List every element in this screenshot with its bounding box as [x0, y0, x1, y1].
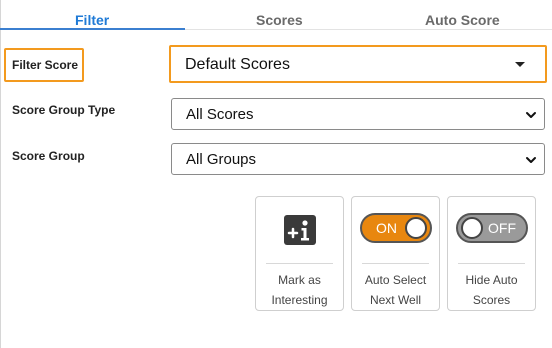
- caption-line: Hide Auto: [465, 273, 518, 287]
- caption-line: Interesting: [271, 293, 328, 307]
- hide-auto-scores-toggle[interactable]: OFF: [456, 213, 528, 243]
- auto-select-next-well-tile: ON Auto Select Next Well: [351, 196, 440, 311]
- caption-line: Next Well: [369, 293, 422, 307]
- filter-score-value: Default Scores: [185, 56, 290, 73]
- caret-down-icon: [515, 62, 525, 67]
- chevron-down-icon: [526, 112, 536, 118]
- active-tab-indicator: [0, 28, 185, 30]
- mark-interesting-button[interactable]: Mark as Interesting: [255, 196, 344, 311]
- score-group-type-value: All Scores: [186, 106, 254, 123]
- score-group-type-label: Score Group Type: [12, 103, 116, 117]
- auto-select-caption: Auto Select Next Well: [352, 270, 439, 310]
- plus-info-icon: [284, 215, 316, 245]
- hide-auto-scores-tile: OFF Hide Auto Scores: [447, 196, 536, 311]
- tile-divider: [362, 263, 429, 264]
- toggle-knob: [405, 217, 427, 239]
- toggle-state-label: OFF: [488, 220, 516, 236]
- tab-bar: Filter Scores Auto Score: [0, 0, 552, 32]
- panel-border: [0, 0, 1, 348]
- chevron-down-icon: [526, 157, 536, 163]
- caption-line: Auto Select: [364, 273, 427, 287]
- filter-score-select[interactable]: Default Scores: [169, 45, 547, 83]
- toggle-knob: [461, 217, 483, 239]
- filter-score-label: Filter Score: [12, 58, 79, 72]
- tile-divider: [458, 263, 525, 264]
- caption-line: Mark as: [278, 273, 321, 287]
- hide-auto-scores-caption: Hide Auto Scores: [448, 270, 535, 310]
- tab-scores[interactable]: Scores: [256, 12, 303, 28]
- caption-line: Scores: [472, 293, 511, 307]
- score-group-label: Score Group: [12, 149, 85, 163]
- tab-divider: [185, 29, 552, 30]
- tab-filter[interactable]: Filter: [75, 12, 109, 28]
- tab-auto-score[interactable]: Auto Score: [425, 12, 500, 28]
- score-group-select[interactable]: All Groups: [171, 143, 545, 175]
- toggle-state-label: ON: [376, 220, 397, 236]
- mark-interesting-caption: Mark as Interesting: [256, 270, 343, 310]
- score-group-value: All Groups: [186, 151, 257, 168]
- score-group-type-select[interactable]: All Scores: [171, 98, 545, 130]
- tile-divider: [266, 263, 333, 264]
- auto-select-toggle[interactable]: ON: [360, 213, 432, 243]
